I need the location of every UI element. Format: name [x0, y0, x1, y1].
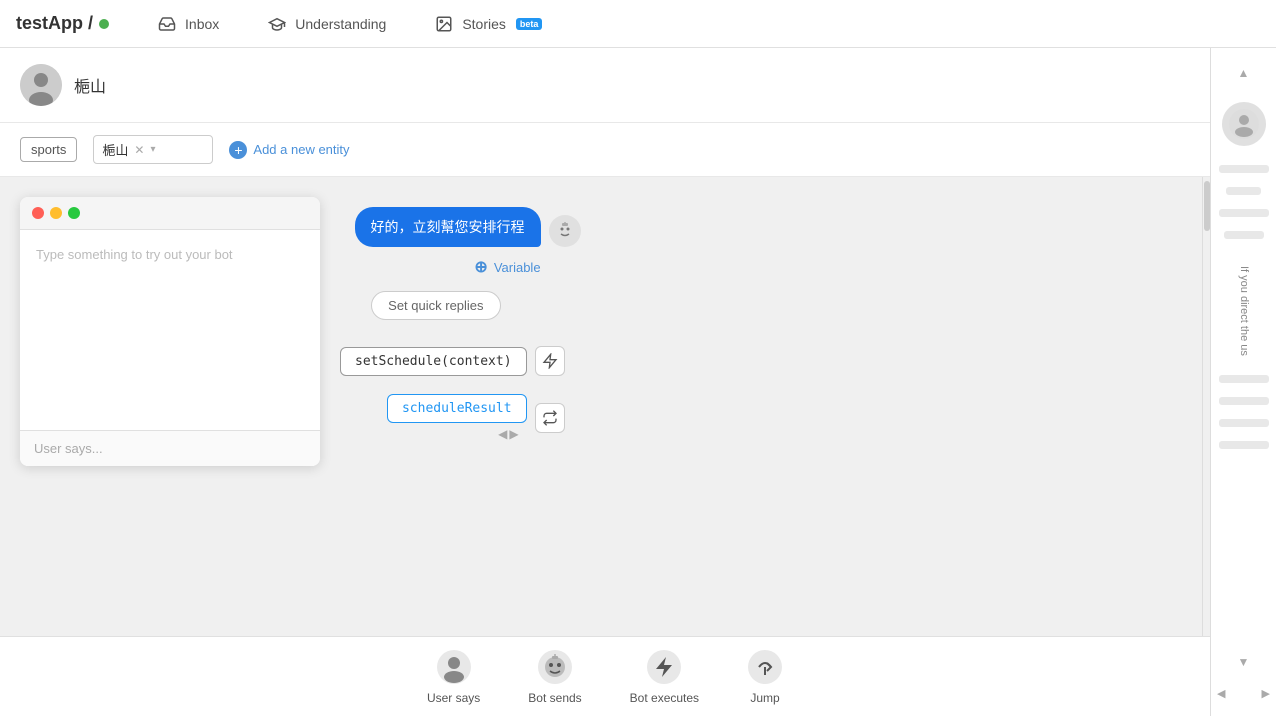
entity-tag: sports	[20, 137, 77, 162]
preview-bar-5	[1219, 375, 1269, 383]
top-navigation: testApp / Inbox Understanding	[0, 0, 1276, 48]
chat-titlebar	[20, 197, 320, 230]
right-nav-arrow[interactable]: ▶	[1262, 687, 1270, 700]
preview-bar-2	[1226, 187, 1261, 195]
bot-response-section: 好的，立刻幫您安排行程 ⊕	[340, 207, 581, 441]
preview-bar-4	[1224, 231, 1264, 239]
chat-placeholder: Type something to try out your bot	[36, 247, 233, 262]
right-arrow-icon: ▶	[509, 427, 518, 441]
toolbar-item-user-says[interactable]: User says	[427, 649, 480, 705]
quick-replies-button[interactable]: Set quick replies	[371, 291, 500, 320]
entity-select-value: 梔山	[102, 140, 128, 159]
jump-icon	[747, 649, 783, 685]
image-icon	[434, 14, 454, 34]
add-entity-label: Add a new entity	[253, 142, 349, 157]
entity-clear-button[interactable]: ✕	[134, 143, 144, 157]
lightning-toolbar-icon	[646, 649, 682, 685]
variable-label[interactable]: Variable	[494, 260, 541, 275]
beta-badge: beta	[516, 18, 543, 30]
set-schedule-block: setSchedule(context)	[340, 347, 527, 376]
swap-button[interactable]	[535, 403, 565, 433]
app-logo[interactable]: testApp /	[16, 13, 109, 34]
nav-item-stories[interactable]: Stories beta	[426, 10, 550, 38]
bot-message-bubble: 好的，立刻幫您安排行程	[355, 207, 541, 247]
traffic-red-dot	[32, 207, 44, 219]
bot-sends-label: Bot sends	[528, 691, 581, 705]
left-panel: 梔山 sports 梔山 ✕ ▾ + Add a new entity	[0, 48, 1210, 716]
jump-label: Jump	[750, 691, 779, 705]
user-header: 梔山	[0, 48, 1210, 123]
graduation-icon	[267, 14, 287, 34]
right-panel: ▲ If you direct the us ▼ ◀ ▶	[1210, 48, 1276, 716]
variable-row: ⊕ Variable	[340, 257, 541, 277]
preview-bar-6	[1219, 397, 1269, 405]
logo-text: testApp /	[16, 13, 93, 34]
stories-label: Stories	[462, 16, 506, 32]
user-says-label: User says	[427, 691, 480, 705]
schedule-result-row: scheduleResult ◀ ▶	[340, 394, 565, 441]
plus-circle-icon: +	[229, 141, 247, 159]
preview-bar-7	[1219, 419, 1269, 427]
toolbar-item-bot-executes[interactable]: Bot executes	[630, 649, 699, 705]
lightning-button[interactable]	[535, 346, 565, 376]
preview-bar-8	[1219, 441, 1269, 449]
nav-item-understanding[interactable]: Understanding	[259, 10, 394, 38]
inbox-icon	[157, 14, 177, 34]
nav-items: Inbox Understanding Stories beta	[149, 10, 550, 38]
entity-row: sports 梔山 ✕ ▾ + Add a new entity	[0, 123, 1210, 177]
bottom-arrows: ◀ ▶	[1211, 683, 1276, 704]
set-schedule-row: setSchedule(context)	[340, 346, 565, 376]
variable-plus-icon: ⊕	[474, 257, 487, 277]
traffic-yellow-dot	[50, 207, 62, 219]
preview-bar-1	[1219, 165, 1269, 173]
inbox-label: Inbox	[185, 16, 219, 32]
bot-avatar	[549, 215, 581, 247]
add-entity-button[interactable]: + Add a new entity	[229, 141, 349, 159]
nav-item-inbox[interactable]: Inbox	[149, 10, 227, 38]
left-nav-arrow[interactable]: ◀	[1217, 687, 1225, 700]
bottom-toolbar: User says Bot sends	[0, 636, 1210, 716]
traffic-green-dot	[68, 207, 80, 219]
left-arrow-icon: ◀	[498, 427, 507, 441]
schedule-result-block: scheduleResult	[387, 394, 527, 423]
scroll-up-arrow[interactable]: ▲	[1238, 60, 1250, 86]
chat-input-placeholder: User says...	[34, 441, 103, 456]
quick-replies-container: Set quick replies	[340, 287, 541, 320]
user-circle-icon	[436, 649, 472, 685]
right-panel-avatar	[1222, 102, 1266, 146]
canvas-area: Type something to try out your bot User …	[0, 177, 1210, 636]
bot-bubble-row: 好的，立刻幫您安排行程	[340, 207, 581, 247]
avatar	[20, 64, 62, 106]
chat-window: Type something to try out your bot User …	[20, 197, 320, 466]
understanding-label: Understanding	[295, 16, 386, 32]
logo-dot	[99, 19, 109, 29]
entity-select[interactable]: 梔山 ✕ ▾	[93, 135, 213, 164]
main-layout: 梔山 sports 梔山 ✕ ▾ + Add a new entity	[0, 48, 1276, 716]
user-name: 梔山	[74, 73, 106, 97]
arrows-indicator: ◀ ▶	[498, 427, 518, 441]
bot-executes-label: Bot executes	[630, 691, 699, 705]
toolbar-item-jump[interactable]: Jump	[747, 649, 783, 705]
chat-input-bar[interactable]: User says...	[20, 430, 320, 466]
bot-face-icon	[537, 649, 573, 685]
preview-bar-3	[1219, 209, 1269, 217]
scroll-down-arrow[interactable]: ▼	[1238, 649, 1250, 675]
chevron-down-icon: ▾	[150, 144, 155, 155]
main-scrollbar	[1202, 177, 1210, 636]
chat-content: Type something to try out your bot	[20, 230, 320, 430]
side-panel-text: If you direct the us	[1233, 258, 1254, 364]
toolbar-item-bot-sends[interactable]: Bot sends	[528, 649, 581, 705]
